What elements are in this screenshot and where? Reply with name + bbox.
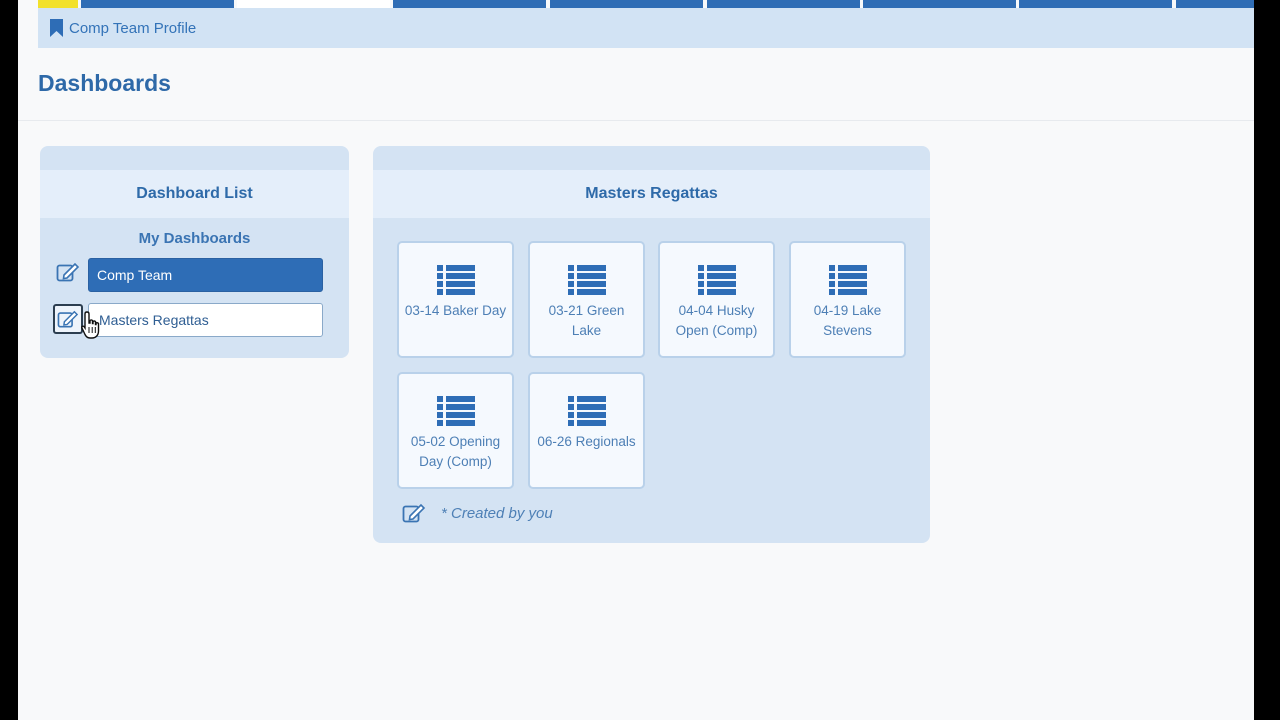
page-title: Dashboards	[38, 70, 171, 96]
top-tab[interactable]	[1019, 0, 1172, 8]
dashboard-title: Masters Regattas	[373, 170, 930, 218]
dashboard-tile-label: 04-04 Husky Open (Comp)	[675, 303, 758, 338]
list-icon	[568, 396, 606, 426]
breadcrumb: Comp Team Profile	[38, 8, 1254, 48]
top-tab[interactable]	[550, 0, 703, 8]
dashboard-tile[interactable]: 04-04 Husky Open (Comp)	[658, 241, 775, 358]
bookmark-icon	[50, 19, 63, 37]
dashboard-tile[interactable]: 05-02 Opening Day (Comp)	[397, 372, 514, 489]
top-tab[interactable]	[81, 0, 234, 8]
dashboard-tile[interactable]: 06-26 Regionals	[528, 372, 645, 489]
edit-dashboard-button[interactable]	[54, 258, 82, 286]
edit-dashboard-button[interactable]	[53, 304, 83, 334]
edit-icon	[57, 310, 79, 328]
dashboard-list-panel: Dashboard List My Dashboards Comp Team M…	[40, 146, 349, 358]
dashboard-tile[interactable]: 04-19 Lake Stevens	[789, 241, 906, 358]
dashboard-tile[interactable]: 03-14 Baker Day	[397, 241, 514, 358]
dashboard-tile-label: 04-19 Lake Stevens	[813, 303, 882, 338]
dashboard-tile-label: 03-14 Baker Day	[404, 303, 507, 318]
top-tab[interactable]	[1176, 0, 1254, 8]
header-divider	[18, 120, 1254, 121]
dashboard-tile-label: 06-26 Regionals	[537, 434, 636, 449]
legend: * Created by you	[401, 502, 553, 524]
my-dashboards-heading: My Dashboards	[138, 230, 251, 247]
top-tab[interactable]	[863, 0, 1016, 8]
dashboard-tile-label: 03-21 Green Lake	[548, 303, 625, 338]
breadcrumb-link[interactable]: Comp Team Profile	[69, 20, 196, 37]
list-icon	[437, 265, 475, 295]
edit-icon	[402, 503, 426, 523]
legend-text: * Created by you	[441, 504, 553, 522]
edit-icon	[56, 262, 80, 282]
list-icon	[568, 265, 606, 295]
top-tab[interactable]	[237, 0, 390, 8]
list-icon	[829, 265, 867, 295]
dashboard-panel: Masters Regattas 03-14 Baker Day 03-21 G…	[373, 146, 930, 543]
dashboard-item[interactable]: Masters Regattas	[88, 303, 323, 337]
dashboard-list-title: Dashboard List	[40, 170, 349, 218]
screen-edge	[1254, 0, 1280, 720]
dashboard-item[interactable]: Comp Team	[88, 258, 323, 292]
list-icon	[698, 265, 736, 295]
dashboard-tile[interactable]: 03-21 Green Lake	[528, 241, 645, 358]
hand-cursor-icon	[81, 311, 100, 339]
top-tab[interactable]	[707, 0, 860, 8]
list-icon	[437, 396, 475, 426]
app-window: Comp Team Profile Dashboards Dashboard L…	[18, 0, 1254, 720]
top-tab-strip	[18, 0, 1254, 8]
top-tab[interactable]	[38, 0, 78, 8]
dashboard-tile-label: 05-02 Opening Day (Comp)	[410, 434, 501, 469]
top-tab[interactable]	[393, 0, 546, 8]
